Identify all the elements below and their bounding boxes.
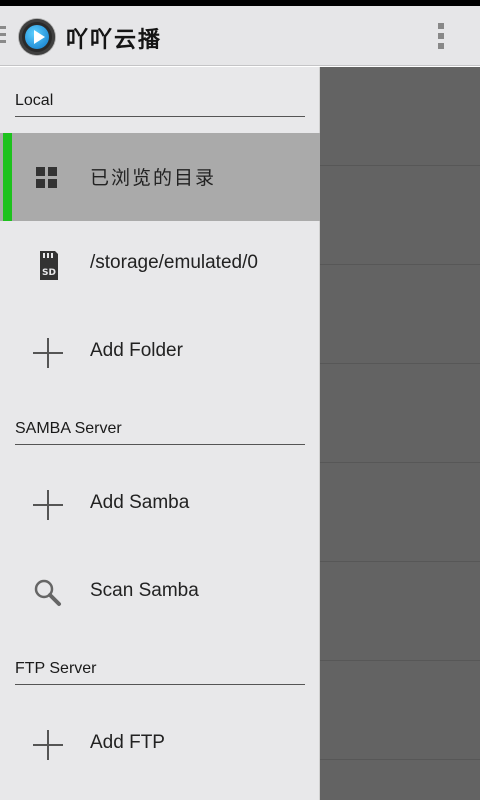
section-header-local: Local <box>15 67 305 117</box>
search-icon <box>30 575 66 611</box>
plus-icon <box>30 335 66 371</box>
nav-item-scan-samba[interactable]: Scan Samba <box>0 549 320 637</box>
sd-card-icon: SD <box>30 247 66 283</box>
section-header-label: SAMBA Server <box>15 420 122 437</box>
nav-item-label: /storage/emulated/0 <box>90 252 258 273</box>
nav-item-label: Add FTP <box>90 732 165 753</box>
section-header-samba: SAMBA Server <box>15 395 305 445</box>
nav-item-label: Scan Samba <box>90 580 199 601</box>
nav-item-browsed-directories[interactable]: 已浏览的目录 <box>0 133 320 221</box>
section-header-label: Local <box>15 92 54 109</box>
nav-item-add-ftp[interactable]: Add FTP <box>0 701 320 789</box>
action-bar: 吖吖云播 <box>0 6 480 66</box>
svg-text:SD: SD <box>42 268 56 278</box>
nav-item-label: Add Samba <box>90 492 190 513</box>
content-area <box>320 67 480 800</box>
selected-indicator <box>3 133 12 221</box>
app-title: 吖吖云播 <box>66 27 163 53</box>
section-header-label: FTP Server <box>15 660 97 677</box>
nav-item-storage[interactable]: SD /storage/emulated/0 <box>0 221 320 309</box>
overflow-menu-icon[interactable] <box>436 23 446 53</box>
plus-icon <box>30 727 66 763</box>
plus-icon <box>30 487 66 523</box>
play-logo-icon[interactable] <box>19 19 55 55</box>
section-header-ftp: FTP Server <box>15 635 305 685</box>
nav-item-add-samba[interactable]: Add Samba <box>0 461 320 549</box>
navigation-drawer: Local 已浏览的目录 SD /storage/emulated/0 Add … <box>0 67 320 800</box>
drawer-toggle-icon[interactable] <box>0 26 6 46</box>
grid-icon <box>30 159 66 195</box>
nav-item-label: 已浏览的目录 <box>90 167 217 189</box>
nav-item-add-folder[interactable]: Add Folder <box>0 309 320 397</box>
nav-item-label: Add Folder <box>90 340 183 361</box>
